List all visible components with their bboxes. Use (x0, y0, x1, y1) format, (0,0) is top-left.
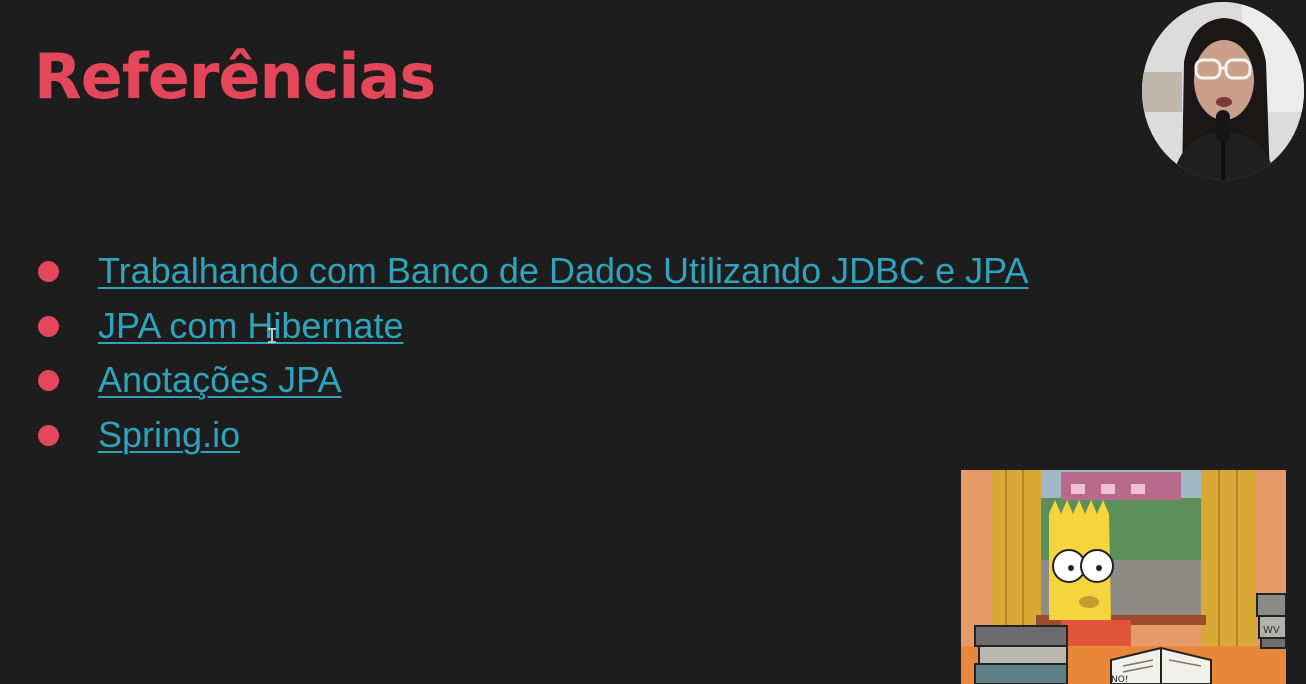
bullet-icon (38, 315, 59, 337)
book-label-text: WV (1263, 625, 1280, 636)
webcam-presenter-video (1142, 2, 1304, 180)
bullet-icon (38, 370, 59, 392)
cartoon-illustration: WV NO! (961, 470, 1286, 684)
list-item: Spring.io (38, 408, 1028, 463)
reference-link-anotacoes-jpa[interactable]: Anotações JPA (98, 359, 341, 401)
list-item: Trabalhando com Banco de Dados Utilizand… (38, 244, 1028, 299)
bullet-icon (38, 261, 59, 283)
reference-link-jpa-hibernate[interactable]: JPA com Hibernate (98, 305, 403, 347)
page-text: NO! (1111, 675, 1128, 684)
presenter-illustration (1142, 2, 1304, 180)
cartoon-meme-image: WV NO! (961, 470, 1286, 684)
reference-link-jdbc-jpa[interactable]: Trabalhando com Banco de Dados Utilizand… (98, 250, 1028, 292)
list-item: Anotações JPA (38, 353, 1028, 408)
reference-link-spring-io[interactable]: Spring.io (98, 414, 240, 456)
references-list: Trabalhando com Banco de Dados Utilizand… (38, 244, 1028, 462)
text-cursor-icon: I (266, 324, 279, 348)
slide-title: Referências (34, 40, 436, 113)
list-item: JPA com Hibernate (38, 299, 1028, 354)
bullet-icon (38, 424, 59, 446)
presentation-slide: Referências Trabalhando com Banco de Dad… (0, 0, 1306, 684)
